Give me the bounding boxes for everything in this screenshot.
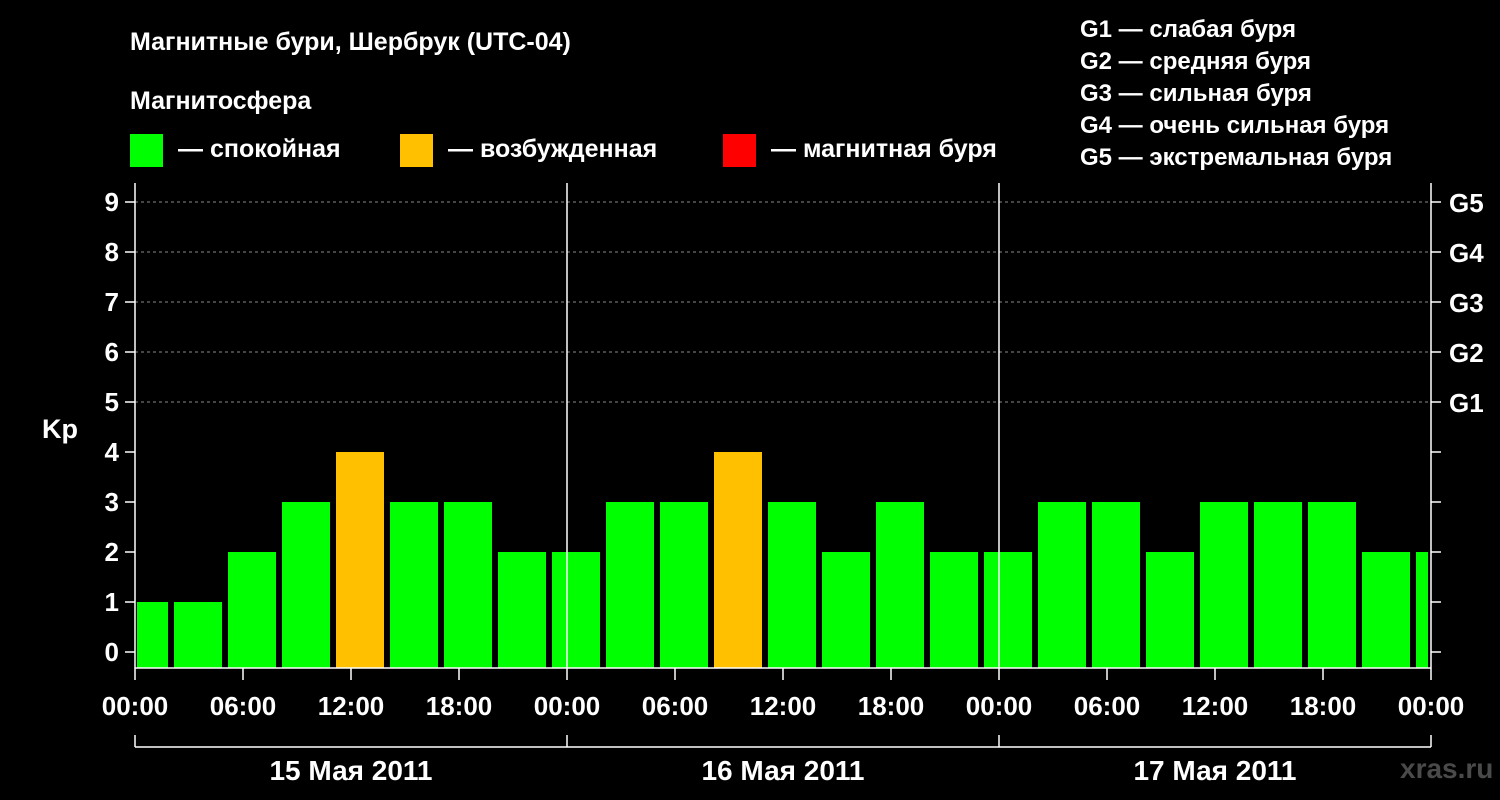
bar-4 bbox=[336, 452, 384, 668]
legend-swatch-storm bbox=[723, 134, 756, 167]
bar-8 bbox=[552, 552, 600, 668]
bar-3 bbox=[282, 502, 330, 668]
x-tick-label: 06:00 bbox=[1074, 691, 1141, 721]
y-tick-label: 8 bbox=[105, 237, 119, 267]
bar-7 bbox=[498, 552, 546, 668]
bar-23 bbox=[1362, 552, 1410, 668]
x-tick-label: 00:00 bbox=[1398, 691, 1465, 721]
bar-24 bbox=[1416, 552, 1428, 668]
y-tick-label: 1 bbox=[105, 587, 119, 617]
y-tick-label: 0 bbox=[105, 637, 119, 667]
y-tick-label: 6 bbox=[105, 337, 119, 367]
bar-6 bbox=[444, 502, 492, 668]
x-tick-label: 12:00 bbox=[750, 691, 817, 721]
day-label: 17 Мая 2011 bbox=[1133, 755, 1296, 786]
y-tick-label: 3 bbox=[105, 487, 119, 517]
bar-13 bbox=[822, 552, 870, 668]
bar-14 bbox=[876, 502, 924, 668]
x-tick-label: 18:00 bbox=[858, 691, 925, 721]
legend-label-calm: — спокойная bbox=[178, 135, 341, 163]
bars bbox=[137, 452, 1428, 668]
bar-19 bbox=[1146, 552, 1194, 668]
bar-10 bbox=[660, 502, 708, 668]
bar-15 bbox=[930, 552, 978, 668]
x-tick-label: 00:00 bbox=[534, 691, 601, 721]
x-tick-label: 12:00 bbox=[1182, 691, 1249, 721]
legend-label-storm: — магнитная буря bbox=[771, 135, 997, 163]
storm-scale-g4: G4 — очень сильная буря bbox=[1080, 112, 1389, 139]
day-labels: 15 Мая 2011 16 Мая 2011 17 Мая 2011 bbox=[269, 755, 1296, 786]
x-tick-label: 06:00 bbox=[210, 691, 277, 721]
right-tick-label-g1: G1 bbox=[1449, 388, 1484, 418]
x-tick-label: 18:00 bbox=[1290, 691, 1357, 721]
bar-9 bbox=[606, 502, 654, 668]
legend-label-active: — возбужденная bbox=[448, 135, 657, 163]
x-tick-label: 06:00 bbox=[642, 691, 709, 721]
legend-swatch-calm bbox=[130, 134, 163, 167]
right-tick-label-g5: G5 bbox=[1449, 188, 1484, 218]
right-tick-labels: G1 G2 G3 G4 G5 bbox=[1449, 188, 1484, 418]
x-tick-label: 00:00 bbox=[102, 691, 169, 721]
bar-0 bbox=[137, 602, 168, 668]
day-label: 15 Мая 2011 bbox=[269, 755, 432, 786]
storm-scale-g1: G1 — слабая буря bbox=[1080, 16, 1296, 43]
bar-20 bbox=[1200, 502, 1248, 668]
bar-2 bbox=[228, 552, 276, 668]
grid-lines bbox=[135, 201, 1431, 403]
x-tick-label: 18:00 bbox=[426, 691, 493, 721]
bar-21 bbox=[1254, 502, 1302, 668]
x-tick-labels: 00:00 06:00 12:00 18:00 00:00 06:00 12:00 18:00… bbox=[102, 691, 1465, 721]
y-tick-labels: 0 1 2 3 4 5 6 7 8 9 bbox=[105, 187, 120, 667]
watermark: xras.ru bbox=[1400, 753, 1493, 784]
legend-swatch-active bbox=[400, 134, 433, 167]
day-label: 16 Мая 2011 bbox=[701, 755, 864, 786]
storm-scale-g5: G5 — экстремальная буря bbox=[1080, 144, 1392, 171]
storm-scale-g3: G3 — сильная буря bbox=[1080, 80, 1312, 107]
legend-heading: Магнитосфера bbox=[130, 87, 312, 115]
bar-18 bbox=[1092, 502, 1140, 668]
chart-title: Магнитные бури, Шербрук (UTC-04) bbox=[130, 28, 571, 56]
right-tick-label-g4: G4 bbox=[1449, 238, 1484, 268]
bar-1 bbox=[174, 602, 222, 668]
y-tick-label: 2 bbox=[105, 537, 119, 567]
y-tick-label: 5 bbox=[105, 387, 119, 417]
kp-chart: Магнитные бури, Шербрук (UTC-04) Магнито… bbox=[42, 16, 1493, 786]
y-tick-label: 7 bbox=[105, 287, 119, 317]
bar-17 bbox=[1038, 502, 1086, 668]
x-tick-label: 00:00 bbox=[966, 691, 1033, 721]
y-axis-label: Kp bbox=[42, 414, 78, 444]
bar-16 bbox=[984, 552, 1032, 668]
right-tick-label-g3: G3 bbox=[1449, 288, 1484, 318]
y-tick-label: 9 bbox=[105, 187, 119, 217]
bar-5 bbox=[390, 502, 438, 668]
storm-scale-g2: G2 — средняя буря bbox=[1080, 48, 1311, 75]
bar-12 bbox=[768, 502, 816, 668]
bar-22 bbox=[1308, 502, 1356, 668]
y-tick-label: 4 bbox=[105, 437, 120, 467]
bar-11 bbox=[714, 452, 762, 668]
x-tick-label: 12:00 bbox=[318, 691, 385, 721]
right-tick-label-g2: G2 bbox=[1449, 338, 1484, 368]
